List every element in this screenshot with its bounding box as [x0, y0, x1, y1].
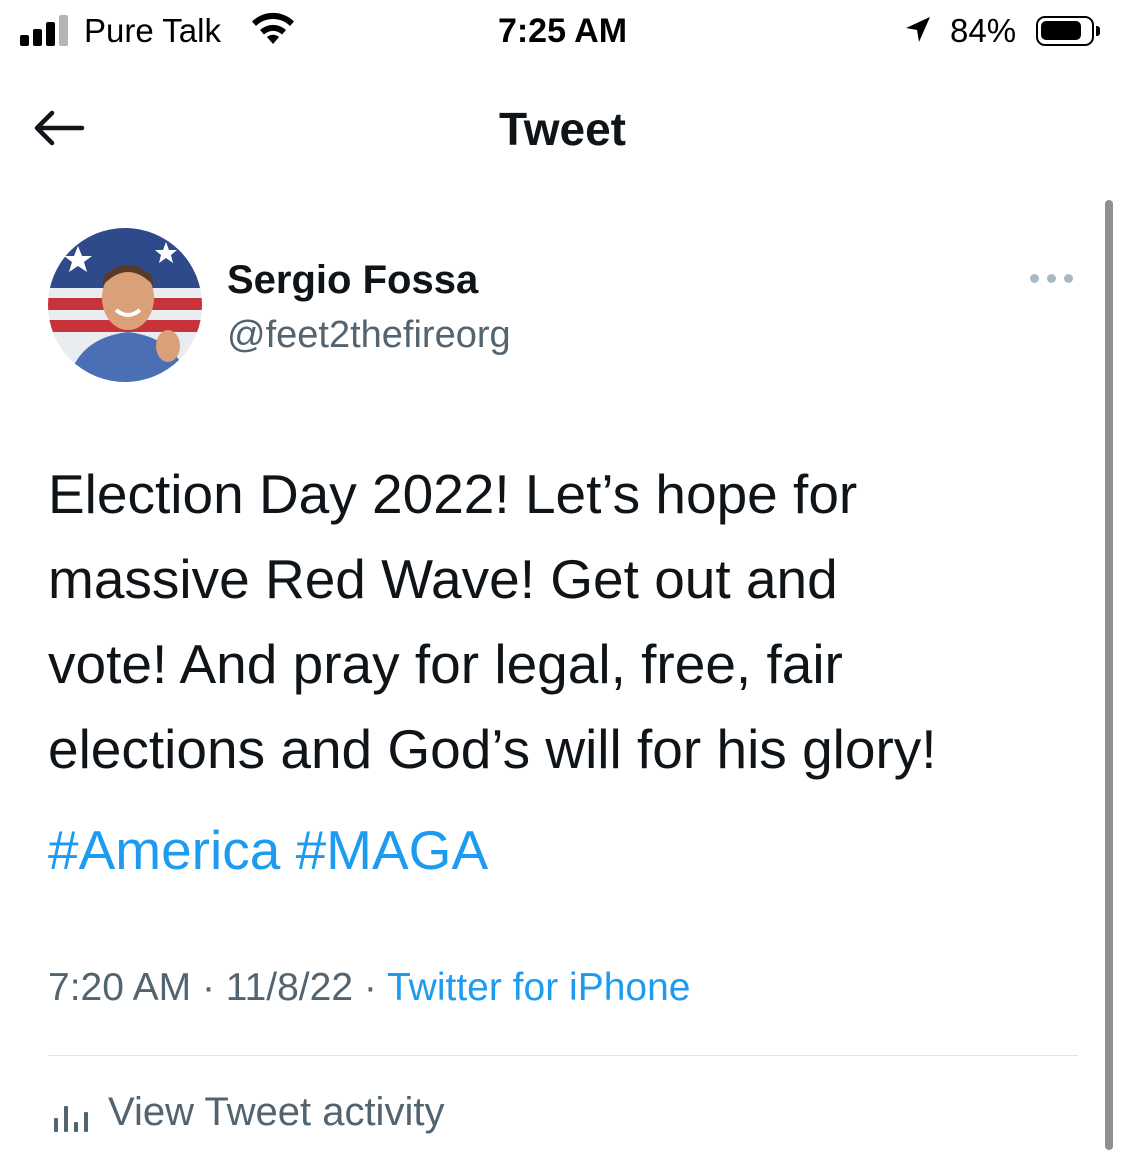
hashtag-link-america[interactable]: #America [48, 819, 280, 881]
tweet-text-line: vote! And pray for legal, free, fair [48, 633, 843, 695]
tweet-text: Election Day 2022! Let’s hope for massiv… [48, 452, 1098, 792]
meta-separator: · [363, 966, 377, 1009]
view-tweet-activity-label: View Tweet activity [108, 1090, 445, 1134]
tweet-meta: 7:20 AM · 11/8/22 · Twitter for iPhone [48, 966, 690, 1010]
tweet-text-line: massive Red Wave! Get out and [48, 548, 838, 610]
author-name[interactable]: Sergio Fossa [227, 258, 478, 303]
signal-bars-icon [20, 14, 72, 46]
hashtag-link-maga[interactable]: #MAGA [296, 819, 489, 881]
carrier-name: Pure Talk [84, 12, 221, 49]
arrow-left-icon[interactable] [30, 108, 90, 148]
avatar[interactable] [48, 228, 202, 382]
scrollbar[interactable] [1105, 200, 1113, 1150]
tweet-text-line: Election Day 2022! Let’s hope for [48, 463, 858, 525]
battery-percentage: 84% [950, 12, 1017, 49]
meta-separator: · [201, 966, 215, 1009]
bar-chart-icon [52, 1098, 92, 1132]
divider [48, 1055, 1078, 1056]
hashtags: #America #MAGA [48, 810, 488, 890]
tweet-date: 11/8/22 [225, 966, 354, 1009]
page-title: Tweet [499, 103, 626, 155]
wifi-icon [252, 12, 294, 44]
more-horizontal-icon[interactable] [1030, 270, 1074, 286]
tweet-source-link[interactable]: Twitter for iPhone [387, 966, 690, 1009]
location-arrow-icon [906, 17, 930, 42]
author-handle[interactable]: @feet2thefireorg [227, 314, 511, 357]
tweet-text-line: elections and God’s will for his glory! [48, 718, 937, 780]
nav-header: Tweet [0, 66, 1125, 186]
battery-icon [1036, 16, 1100, 46]
status-bar: Pure Talk 7:25 AM 84% [0, 0, 1125, 66]
tweet-time: 7:20 AM [48, 966, 192, 1009]
